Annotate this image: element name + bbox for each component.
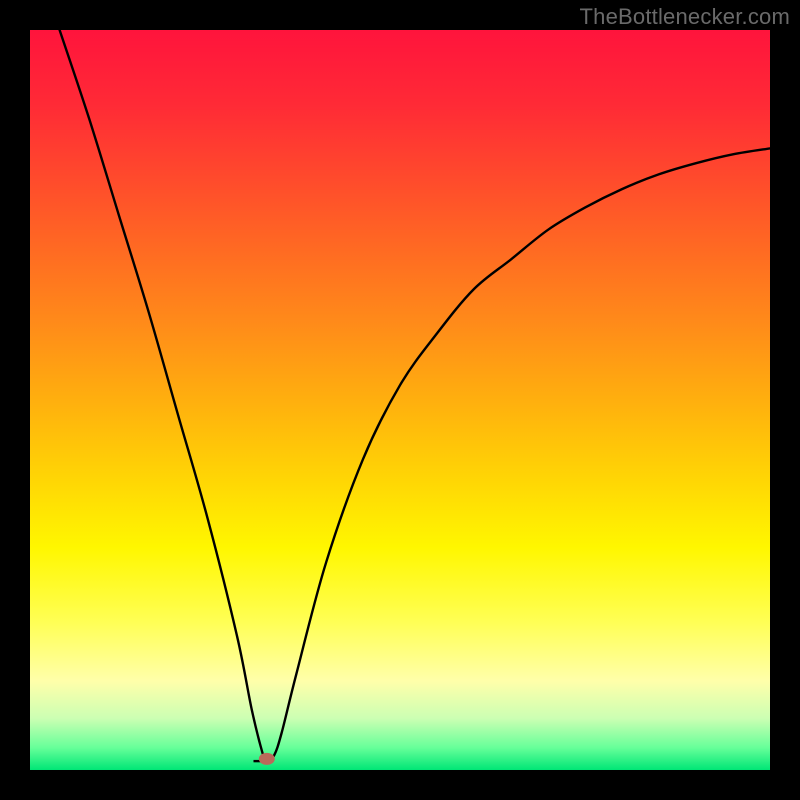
plot-area — [30, 30, 770, 770]
gradient-background — [30, 30, 770, 770]
chart-frame: TheBottlenecker.com — [0, 0, 800, 800]
chart-svg — [30, 30, 770, 770]
watermark-text: TheBottlenecker.com — [580, 4, 790, 30]
optimum-marker — [259, 753, 275, 765]
